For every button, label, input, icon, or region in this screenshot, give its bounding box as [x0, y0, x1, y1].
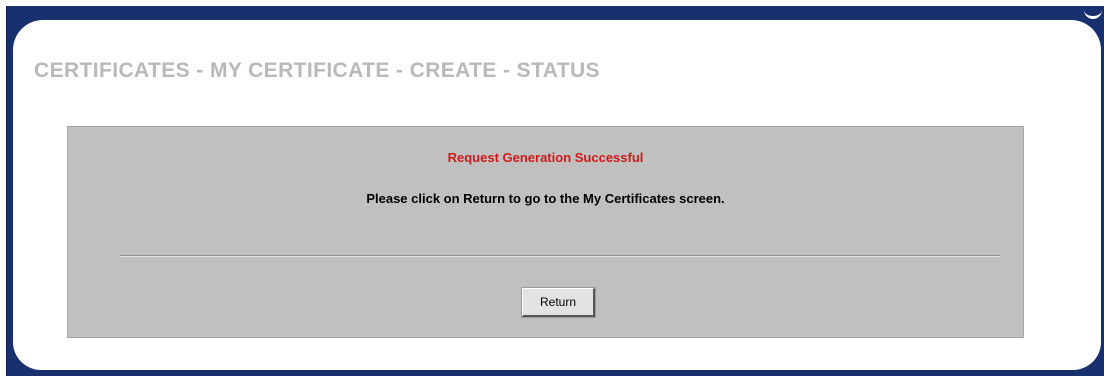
status-message: Request Generation Successful — [447, 150, 644, 165]
instruction-text: Please click on Return to go to the My C… — [366, 191, 725, 206]
frame-corner-decoration — [1084, 6, 1102, 19]
divider — [120, 255, 1000, 257]
status-box: Request Generation Successful Please cli… — [67, 126, 1024, 338]
page-title: CERTIFICATES - MY CERTIFICATE - CREATE -… — [34, 59, 600, 82]
return-button[interactable]: Return — [521, 287, 596, 318]
